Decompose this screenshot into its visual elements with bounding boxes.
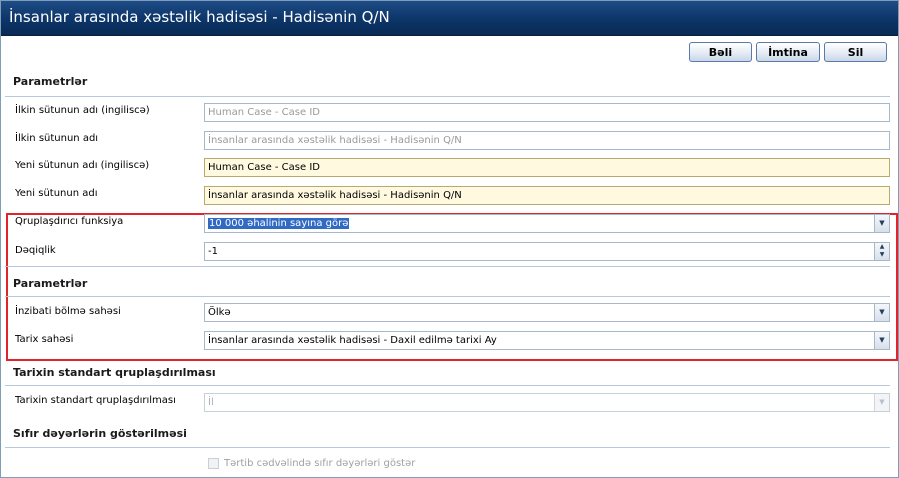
precision-value: -1	[208, 246, 218, 257]
chevron-down-icon[interactable]: ▼	[874, 215, 889, 232]
grouping-function-label: Qruplaşdırıcı funksiya	[15, 216, 124, 227]
grouping-function-select[interactable]: 10 000 əhalinin sayına görə ▼	[204, 214, 890, 233]
section-title-date-grouping: Tarixin standart qruplaşdırılması	[13, 366, 216, 379]
admin-unit-label: İnzibati bölmə sahəsi	[15, 306, 121, 317]
precision-spinner[interactable]: -1 ▲ ▼	[204, 242, 890, 261]
orig-name-en-label: İlkin sütunun adı (ingiliscə)	[15, 105, 150, 116]
section-divider	[5, 385, 890, 386]
precision-label: Dəqiqlik	[15, 245, 56, 256]
admin-unit-select[interactable]: Ölkə ▼	[204, 303, 890, 322]
date-grouping-value: İl	[208, 397, 214, 408]
chevron-down-icon[interactable]: ▼	[874, 332, 889, 349]
spin-down-icon[interactable]: ▼	[875, 251, 889, 259]
admin-unit-value: Ölkə	[208, 307, 231, 318]
section-divider	[5, 296, 890, 297]
ok-button[interactable]: Bəli	[689, 42, 752, 62]
chevron-down-icon: ▼	[874, 394, 889, 411]
section-title-parameters: Parametrlər	[13, 75, 88, 88]
date-field-label: Tarix sahəsi	[15, 334, 74, 345]
title-bar: İnsanlar arasında xəstəlik hadisəsi - Ha…	[1, 1, 898, 36]
chevron-down-icon[interactable]: ▼	[874, 304, 889, 321]
orig-name-field: İnsanlar arasında xəstəlik hadisəsi - Ha…	[204, 131, 890, 150]
section-title-parameters-2: Parametrlər	[13, 277, 88, 290]
new-name-input[interactable]: İnsanlar arasında xəstəlik hadisəsi - Ha…	[204, 186, 890, 205]
new-name-label: Yeni sütunun adı	[15, 188, 98, 199]
orig-name-label: İlkin sütunun adı	[15, 133, 99, 144]
orig-name-en-field: Human Case - Case ID	[204, 103, 890, 122]
grouping-function-value: 10 000 əhalinin sayına görə	[208, 218, 350, 229]
date-grouping-label: Tarixin standart qruplaşdırılması	[15, 395, 176, 406]
date-field-select[interactable]: İnsanlar arasında xəstəlik hadisəsi - Da…	[204, 331, 890, 350]
dialog-window: İnsanlar arasında xəstəlik hadisəsi - Ha…	[0, 0, 899, 478]
new-name-en-label: Yeni sütunun adı (ingiliscə)	[15, 160, 150, 171]
spinner-arrows-icon[interactable]: ▲ ▼	[874, 243, 889, 260]
date-grouping-select: İl ▼	[204, 393, 890, 412]
new-name-en-input[interactable]: Human Case - Case ID	[204, 158, 890, 177]
cancel-button[interactable]: İmtina	[756, 42, 820, 62]
section-divider	[5, 447, 890, 448]
show-zero-checkbox	[208, 458, 219, 469]
date-field-value: İnsanlar arasında xəstəlik hadisəsi - Da…	[208, 335, 497, 346]
section-divider	[5, 96, 890, 97]
section-divider	[5, 266, 890, 267]
window-title: İnsanlar arasında xəstəlik hadisəsi - Ha…	[9, 8, 390, 26]
delete-button[interactable]: Sil	[824, 42, 887, 62]
section-title-zero-values: Sıfır dəyərlərin göstərilməsi	[13, 427, 187, 440]
show-zero-label: Tərtib cədvəlində sıfır dəyərləri göstər	[224, 458, 416, 469]
spin-up-icon[interactable]: ▲	[875, 243, 889, 251]
